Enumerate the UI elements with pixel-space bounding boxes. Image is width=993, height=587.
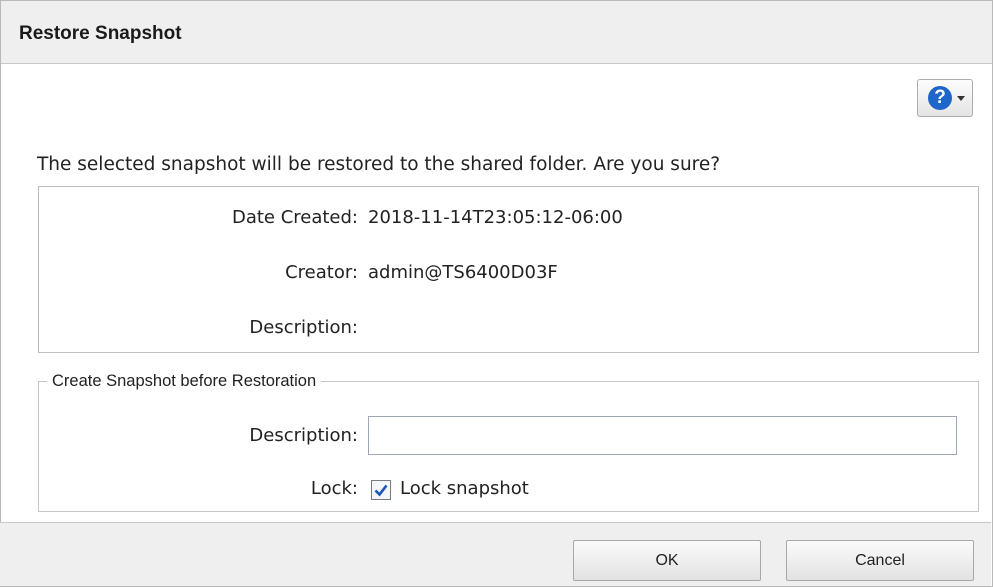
dialog-titlebar[interactable]: Restore Snapshot [1, 1, 992, 64]
creator-value: admin@TS6400D03F [368, 262, 558, 283]
lock-snapshot-checkbox[interactable] [371, 480, 391, 500]
chevron-down-icon [957, 96, 965, 101]
new-description-label: Description: [249, 425, 358, 446]
question-mark-icon: ? [928, 86, 952, 110]
description-label: Description: [249, 317, 358, 338]
new-description-input[interactable] [368, 416, 957, 455]
lock-label: Lock: [310, 478, 358, 499]
help-button[interactable]: ? [917, 79, 973, 117]
confirmation-message: The selected snapshot will be restored t… [37, 154, 721, 175]
dialog-title: Restore Snapshot [19, 23, 182, 44]
create-snapshot-legend: Create Snapshot before Restoration [47, 372, 322, 391]
date-created-value: 2018-11-14T23:05:12-06:00 [368, 207, 623, 228]
date-created-label: Date Created: [231, 207, 358, 228]
checkmark-icon [374, 484, 388, 497]
lock-snapshot-label[interactable]: Lock snapshot [400, 478, 529, 499]
ok-button[interactable]: OK [573, 540, 761, 581]
creator-label: Creator: [285, 262, 358, 283]
cancel-button[interactable]: Cancel [786, 540, 974, 581]
